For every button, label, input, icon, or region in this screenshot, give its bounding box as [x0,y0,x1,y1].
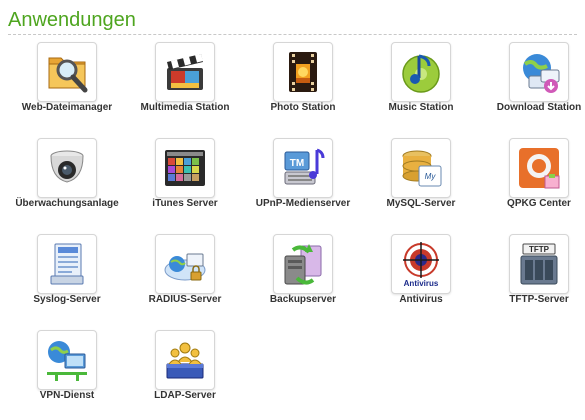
app-label: Antivirus [399,294,443,305]
app-tile[interactable] [155,42,215,102]
app-upnp-media-server[interactable]: TM UPnP-Medienserver [244,136,362,228]
qpkg-center-icon [519,148,560,189]
app-tile[interactable] [37,234,97,294]
app-radius-server[interactable]: RADIUS-Server [126,232,244,324]
app-tile[interactable] [155,234,215,294]
app-tile[interactable] [391,42,451,102]
app-tile[interactable] [37,42,97,102]
app-tile[interactable]: My [391,138,451,198]
app-tile[interactable] [509,42,569,102]
app-label: VPN-Dienst [39,390,95,401]
tftp-server-icon: TFTP [520,243,558,285]
upnp-media-server-icon: TM [284,148,325,185]
antivirus-logo-text: Antivirus [404,279,439,288]
app-tile[interactable] [37,330,97,390]
backup-server-icon [284,244,322,285]
web-file-manager-icon [48,57,88,93]
app-tile[interactable] [273,42,333,102]
app-vpn-service[interactable]: VPN-Dienst [8,328,126,420]
app-tftp-server[interactable]: TFTP TFTP-Server [480,232,585,324]
app-mysql-server[interactable]: My MySQL-Server [362,136,480,228]
app-qpkg-center[interactable]: QPKG Center [480,136,585,228]
app-label: Web-Dateimanager [21,102,113,113]
app-label: Überwachungsanlage [15,198,119,209]
app-tile[interactable] [509,138,569,198]
app-tile[interactable] [155,138,215,198]
multimedia-station-icon [167,54,203,90]
app-tile[interactable] [155,330,215,390]
mysql-server-icon: My [402,150,442,187]
app-surveillance[interactable]: Überwachungsanlage [8,136,126,228]
app-backup-server[interactable]: Backupserver [244,232,362,324]
antivirus-icon: Antivirus [403,242,439,288]
app-label: Photo Station [270,102,336,113]
vpn-service-icon [47,341,87,381]
itunes-server-icon [165,150,205,186]
tftp-logo-text: TFTP [529,245,550,254]
app-itunes-server[interactable]: iTunes Server [126,136,244,228]
app-web-file-manager[interactable]: Web-Dateimanager [8,40,126,132]
app-label: Music Station [388,102,454,113]
app-photo-station[interactable]: Photo Station [244,40,362,132]
app-label: Download Station [496,102,582,113]
app-label: Backupserver [269,294,337,305]
page-title: Anwendungen [8,9,136,31]
app-label: Syslog-Server [33,294,101,305]
surveillance-camera-icon [50,150,84,183]
photo-station-icon [289,52,317,92]
app-tile[interactable]: Antivirus [391,234,451,294]
svg-text:TM: TM [290,158,304,169]
header-divider [8,34,577,35]
app-download-station[interactable]: Download Station [480,40,585,132]
app-label: iTunes Server [152,198,218,209]
app-antivirus[interactable]: Antivirus Antivirus [362,232,480,324]
app-label: QPKG Center [507,198,571,209]
music-station-icon [402,54,440,93]
app-tile[interactable] [273,234,333,294]
app-label: LDAP-Server [154,390,216,401]
app-tile[interactable]: TM [273,138,333,198]
download-station-icon [523,54,560,93]
app-multimedia-station[interactable]: Multimedia Station [126,40,244,132]
app-label: MySQL-Server [386,198,456,209]
app-label: TFTP-Server [509,294,569,305]
ldap-server-icon [166,342,204,379]
app-label: RADIUS-Server [148,294,222,305]
app-music-station[interactable]: Music Station [362,40,480,132]
app-label: UPnP-Medienserver [255,198,351,209]
app-tile[interactable]: TFTP [509,234,569,294]
app-tile[interactable] [37,138,97,198]
syslog-server-icon [50,243,84,285]
svg-text:My: My [425,172,437,181]
app-syslog-server[interactable]: Syslog-Server [8,232,126,324]
app-ldap-server[interactable]: LDAP-Server [126,328,244,420]
radius-server-icon [164,253,206,281]
app-label: Multimedia Station [140,102,230,113]
